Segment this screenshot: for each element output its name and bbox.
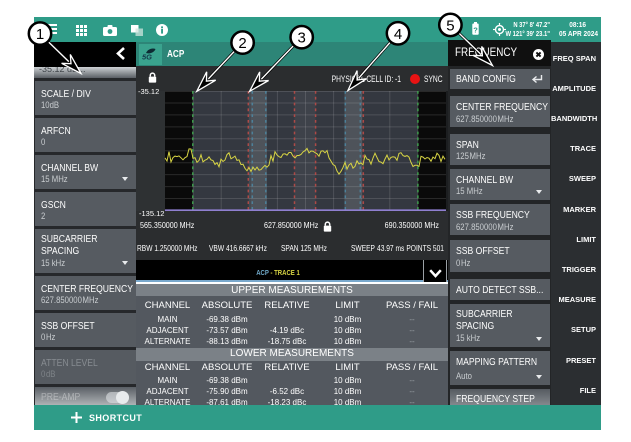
svg-text:4: 4 [394, 26, 402, 43]
svg-text:5: 5 [446, 17, 454, 34]
svg-text:1: 1 [36, 26, 44, 43]
svg-text:2: 2 [238, 35, 246, 52]
svg-text:3: 3 [298, 30, 306, 47]
